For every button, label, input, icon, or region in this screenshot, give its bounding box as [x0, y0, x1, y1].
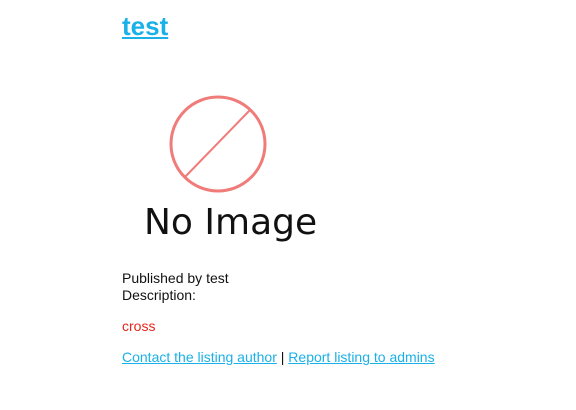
no-image-label: No Image — [144, 202, 317, 243]
listing-image-placeholder: No Image — [122, 92, 322, 252]
listing-actions: Contact the listing author | Report list… — [122, 349, 435, 366]
listing-page: test No Image Published by test Descript… — [0, 0, 576, 410]
actions-separator: | — [280, 349, 285, 365]
description-text: cross — [122, 318, 156, 334]
listing-title-link[interactable]: test — [122, 10, 168, 42]
listing-meta: Published by test Description: — [122, 270, 229, 304]
published-by-label: Published by — [122, 270, 203, 286]
report-listing-link[interactable]: Report listing to admins — [288, 349, 434, 365]
contact-author-link[interactable]: Contact the listing author — [122, 349, 277, 365]
no-image-icon: No Image — [144, 95, 317, 243]
published-by-line: Published by test — [122, 270, 229, 287]
description-label: Description: — [122, 287, 196, 303]
published-by-user: test — [206, 270, 229, 286]
